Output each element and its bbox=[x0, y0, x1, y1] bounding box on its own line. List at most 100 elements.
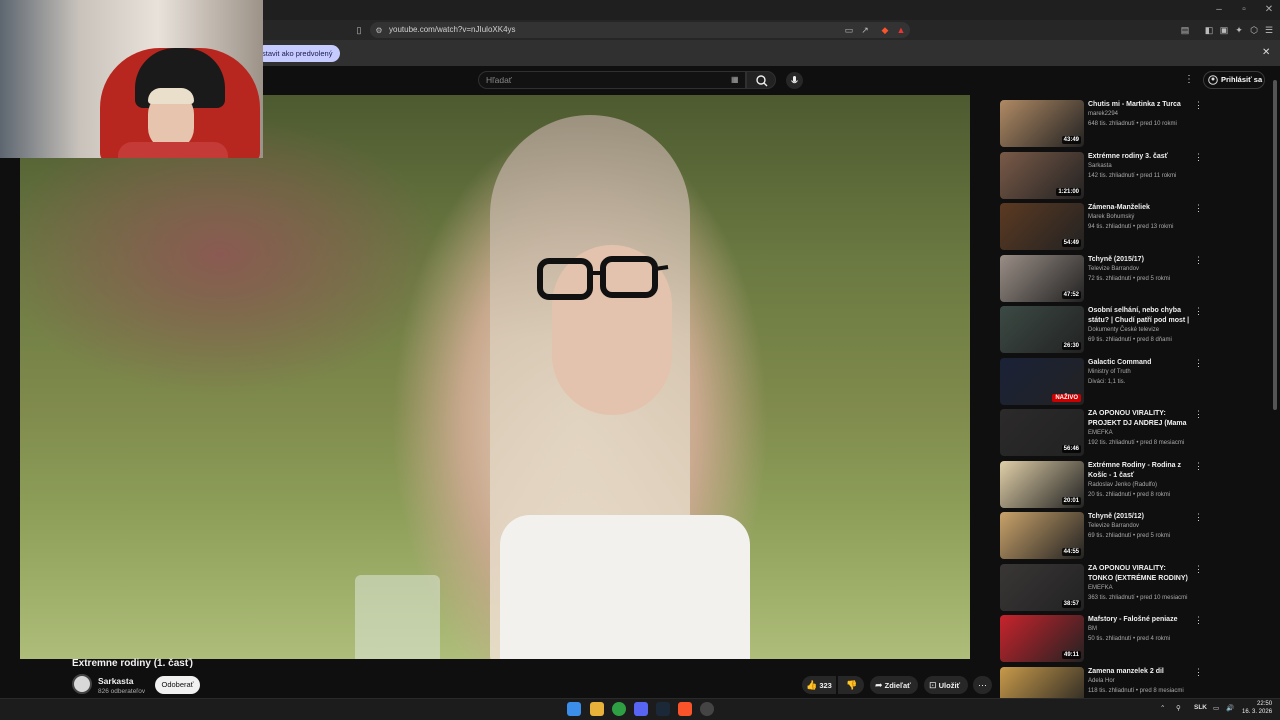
reader-icon[interactable]: ▤ bbox=[1180, 25, 1190, 35]
recommended-video-title[interactable]: Tchyně (2015/12) bbox=[1088, 512, 1192, 522]
recommended-video-title[interactable]: Galactic Command bbox=[1088, 358, 1192, 368]
video-thumbnail[interactable]: NAŽIVO bbox=[1000, 357, 1084, 405]
more-actions-button[interactable]: ⋯ bbox=[973, 676, 992, 694]
file-explorer-icon[interactable] bbox=[590, 702, 604, 716]
recommended-video-channel[interactable]: EMEFKA bbox=[1088, 585, 1113, 591]
channel-name[interactable]: Sarkasta bbox=[98, 676, 133, 686]
brave-icon[interactable] bbox=[678, 702, 692, 716]
video-thumbnail[interactable]: 38:57 bbox=[1000, 563, 1084, 611]
recommended-video[interactable]: 56:46 ZA OPONOU VIRALITY: PROJEKT DJ AND… bbox=[1000, 409, 1203, 457]
recommended-video-title[interactable]: Extrémne rodiny 3. časť bbox=[1088, 152, 1192, 162]
video-menu-icon[interactable]: ⋮ bbox=[1194, 255, 1203, 266]
recommended-video[interactable]: 38:57 ZA OPONOU VIRALITY: TONKO (EXTRÉMN… bbox=[1000, 563, 1203, 612]
bookmark-icon[interactable]: ▯ bbox=[354, 25, 364, 35]
subscribe-button[interactable]: Odoberať bbox=[155, 676, 200, 694]
recommended-video[interactable]: 54:49 Zámena-Manželiek Marek Bohumský 94… bbox=[1000, 203, 1203, 251]
recommended-video-title[interactable]: Zámena-Manželiek bbox=[1088, 203, 1192, 213]
cast-icon[interactable]: ▭ bbox=[844, 25, 854, 35]
video-menu-icon[interactable]: ⋮ bbox=[1194, 615, 1203, 626]
voice-search-button[interactable] bbox=[786, 72, 803, 89]
video-menu-icon[interactable]: ⋮ bbox=[1194, 203, 1203, 214]
dislike-button[interactable]: 👎 bbox=[838, 676, 864, 694]
wallet-icon[interactable]: ▣ bbox=[1219, 25, 1229, 35]
brave-shield-icon[interactable]: ◆ bbox=[880, 25, 890, 35]
recommended-video-channel[interactable]: Televize Barrandov bbox=[1088, 523, 1139, 529]
recommended-video-title[interactable]: Extrémne Rodiny - Rodina z Košíc - 1 čas… bbox=[1088, 461, 1192, 481]
obs-icon[interactable] bbox=[700, 702, 714, 716]
recommended-video-title[interactable]: ZA OPONOU VIRALITY: PROJEKT DJ ANDREJ (M… bbox=[1088, 409, 1192, 429]
video-menu-icon[interactable]: ⋮ bbox=[1194, 306, 1203, 317]
video-thumbnail[interactable]: 47:52 bbox=[1000, 254, 1084, 302]
system-clock[interactable]: 22:50 16. 3. 2026 bbox=[1242, 700, 1272, 716]
leo-icon[interactable]: ✦ bbox=[1234, 25, 1244, 35]
tray-chevron-icon[interactable]: ⌃ bbox=[1160, 704, 1165, 712]
set-default-button[interactable]: stavit ako predvolený bbox=[256, 45, 341, 62]
recommended-video[interactable]: 26:30 Osobní selhání, nebo chyba státu? … bbox=[1000, 306, 1203, 354]
signin-button[interactable]: Prihlásiť sa bbox=[1203, 71, 1265, 89]
steam-icon[interactable] bbox=[656, 702, 670, 716]
share-button[interactable]: ➦ Zdieľať bbox=[870, 676, 918, 694]
video-menu-icon[interactable]: ⋮ bbox=[1194, 152, 1203, 163]
network-icon[interactable]: ▭ bbox=[1213, 704, 1219, 712]
rewards-icon[interactable]: ▲ bbox=[896, 25, 906, 35]
recommended-video-title[interactable]: Osobní selhání, nebo chyba státu? | Chud… bbox=[1088, 306, 1192, 326]
recommended-video-channel[interactable]: marek2294 bbox=[1088, 111, 1118, 117]
language-indicator[interactable]: SLK bbox=[1194, 704, 1207, 711]
recommended-video[interactable]: 49:11 Mafstory - Falošné peniaze BM 50 t… bbox=[1000, 615, 1203, 663]
chrome-icon[interactable] bbox=[612, 702, 626, 716]
like-button[interactable]: 👍 323 bbox=[802, 676, 836, 694]
recommended-video-channel[interactable]: Marek Bohumský bbox=[1088, 214, 1134, 220]
close-window-button[interactable]: ✕ bbox=[1262, 4, 1276, 15]
video-menu-icon[interactable]: ⋮ bbox=[1194, 409, 1203, 420]
save-button[interactable]: ⊡ Uložiť bbox=[924, 676, 968, 694]
recommended-video-channel[interactable]: Televize Barrandov bbox=[1088, 266, 1139, 272]
video-menu-icon[interactable]: ⋮ bbox=[1194, 100, 1203, 111]
site-info-icon[interactable]: ⚙ bbox=[374, 26, 384, 36]
video-menu-icon[interactable]: ⋮ bbox=[1194, 358, 1203, 369]
video-thumbnail[interactable]: 1:21:00 bbox=[1000, 151, 1084, 199]
recommended-video-channel[interactable]: Ministry of Truth bbox=[1088, 369, 1131, 375]
recommended-video[interactable]: 20:01 Extrémne Rodiny - Rodina z Košíc -… bbox=[1000, 460, 1203, 509]
video-thumbnail[interactable]: 49:11 bbox=[1000, 615, 1084, 662]
tray-app-icon[interactable]: ⚲ bbox=[1176, 704, 1181, 712]
recommended-video-channel[interactable]: Adela Hor bbox=[1088, 678, 1115, 684]
video-menu-icon[interactable]: ⋮ bbox=[1194, 667, 1203, 678]
recommended-video-channel[interactable]: EMEFKA bbox=[1088, 430, 1113, 436]
scrollbar[interactable] bbox=[1273, 80, 1277, 410]
windows-start-icon[interactable] bbox=[567, 702, 581, 716]
keyboard-icon[interactable]: ▦ bbox=[731, 75, 739, 84]
recommended-video-channel[interactable]: Sarkasta bbox=[1088, 163, 1112, 169]
recommended-video-title[interactable]: Tchyně (2015/17) bbox=[1088, 255, 1192, 265]
channel-avatar[interactable] bbox=[72, 674, 92, 694]
video-menu-icon[interactable]: ⋮ bbox=[1194, 564, 1203, 575]
recommended-video[interactable]: 47:52 Tchyně (2015/17) Televize Barrando… bbox=[1000, 254, 1203, 303]
search-input[interactable] bbox=[478, 71, 746, 89]
video-thumbnail[interactable]: 54:49 bbox=[1000, 203, 1084, 250]
video-thumbnail[interactable]: 44:55 bbox=[1000, 512, 1084, 559]
recommended-video-title[interactable]: Zamena manzelek 2 dil bbox=[1088, 667, 1192, 677]
search-button[interactable] bbox=[746, 71, 776, 89]
recommended-video[interactable]: NAŽIVO Galactic Command Ministry of Trut… bbox=[1000, 357, 1203, 406]
recommended-video-title[interactable]: ZA OPONOU VIRALITY: TONKO (EXTRÉMNE RODI… bbox=[1088, 564, 1192, 584]
volume-icon[interactable]: 🔊 bbox=[1226, 704, 1234, 712]
menu-icon[interactable]: ☰ bbox=[1264, 25, 1274, 35]
maximize-button[interactable]: ▫ bbox=[1237, 4, 1251, 15]
video-player[interactable] bbox=[20, 95, 970, 659]
video-thumbnail[interactable]: 43:49 bbox=[1000, 100, 1084, 147]
recommended-video[interactable]: 43:49 Chutis mi - Martinka z Turca marek… bbox=[1000, 100, 1203, 148]
video-menu-icon[interactable]: ⋮ bbox=[1194, 461, 1203, 472]
video-thumbnail[interactable]: 26:30 bbox=[1000, 306, 1084, 353]
sidebar-toggle-icon[interactable]: ◧ bbox=[1204, 25, 1214, 35]
recommended-video-channel[interactable]: BM bbox=[1088, 626, 1097, 632]
vpn-icon[interactable]: ⬡ bbox=[1249, 25, 1259, 35]
minimize-button[interactable]: – bbox=[1212, 4, 1226, 15]
infobar-close-icon[interactable]: ✕ bbox=[1262, 47, 1270, 58]
recommended-video[interactable]: 44:55 Tchyně (2015/12) Televize Barrando… bbox=[1000, 512, 1203, 560]
recommended-video-channel[interactable]: Dokumenty České televize bbox=[1088, 327, 1159, 333]
recommended-video[interactable]: 1:21:00 Extrémne rodiny 3. časť Sarkasta… bbox=[1000, 151, 1203, 200]
video-menu-icon[interactable]: ⋮ bbox=[1194, 512, 1203, 523]
video-thumbnail[interactable]: 20:01 bbox=[1000, 460, 1084, 508]
recommended-video-channel[interactable]: Radoslav Jenko (Radulfo) bbox=[1088, 482, 1157, 488]
video-thumbnail[interactable]: 56:46 bbox=[1000, 409, 1084, 456]
discord-icon[interactable] bbox=[634, 702, 648, 716]
